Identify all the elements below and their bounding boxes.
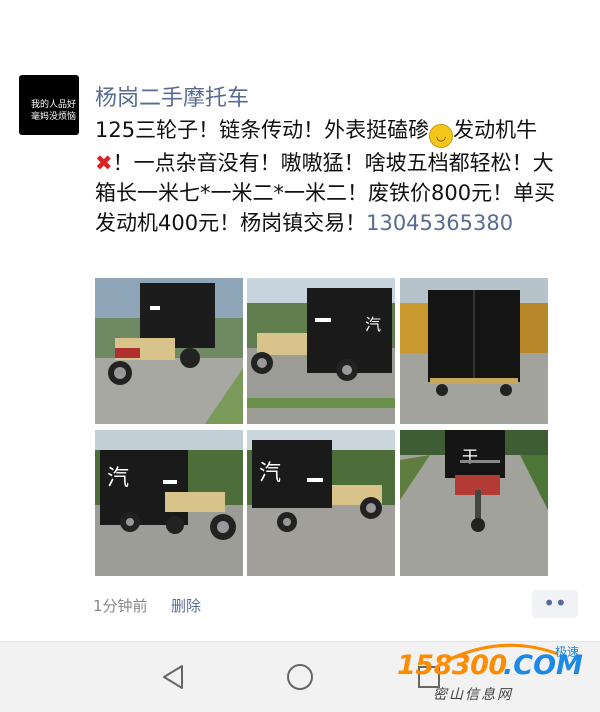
svg-text:汽: 汽	[365, 315, 381, 334]
grinning-face-icon: ◡	[429, 124, 454, 148]
more-button[interactable]: ••	[532, 590, 578, 618]
avatar-text-2: 毫妈没烦恼	[31, 112, 77, 122]
photo-1[interactable]	[95, 278, 243, 424]
photo-5[interactable]: 汽	[247, 430, 395, 576]
photo-grid: 汽 汽 汽 干	[95, 278, 550, 576]
post-text-part2: 发动机牛	[453, 118, 538, 142]
red-cross-icon: ✖	[95, 151, 113, 175]
svg-text:汽: 汽	[259, 461, 281, 486]
watermark-number: 158300	[397, 650, 507, 681]
post-text: 125三轮子！链条传动！外表挺磕碜 ◡ 发动机牛✖！一点杂音没有！嗷嗷猛！啥坡五档都…	[95, 115, 565, 238]
photo-3[interactable]	[400, 278, 548, 424]
post-text-part1: 125三轮子！链条传动！外表挺磕碜	[95, 118, 430, 142]
photo-4[interactable]: 汽	[95, 430, 243, 576]
home-circle-icon[interactable]	[287, 664, 313, 690]
watermark-tag: 极速	[555, 645, 580, 659]
svg-text:汽: 汽	[107, 466, 129, 491]
moments-post: 我的人品好 毫妈没烦恼 杨岗二手摩托车 125三轮子！链条传动！外表挺磕碜 ◡ 发动…	[0, 0, 600, 636]
post-time: 1分钟前	[93, 597, 148, 615]
author-name[interactable]: 杨岗二手摩托车	[95, 80, 249, 112]
avatar[interactable]: 我的人品好 毫妈没烦恼	[19, 75, 79, 135]
photo-2[interactable]: 汽	[247, 278, 395, 424]
delete-link[interactable]: 删除	[171, 595, 201, 616]
phone-link[interactable]: 13045365380	[366, 211, 513, 235]
photo-6[interactable]: 干	[400, 430, 548, 576]
avatar-text-1: 我的人品好	[31, 100, 77, 110]
svg-text:干: 干	[462, 447, 478, 466]
back-triangle-icon[interactable]	[160, 664, 186, 690]
watermark-subtitle: 密山信息网	[433, 687, 513, 703]
watermark: 158300 .COM 极速 密山信息网	[393, 643, 593, 708]
